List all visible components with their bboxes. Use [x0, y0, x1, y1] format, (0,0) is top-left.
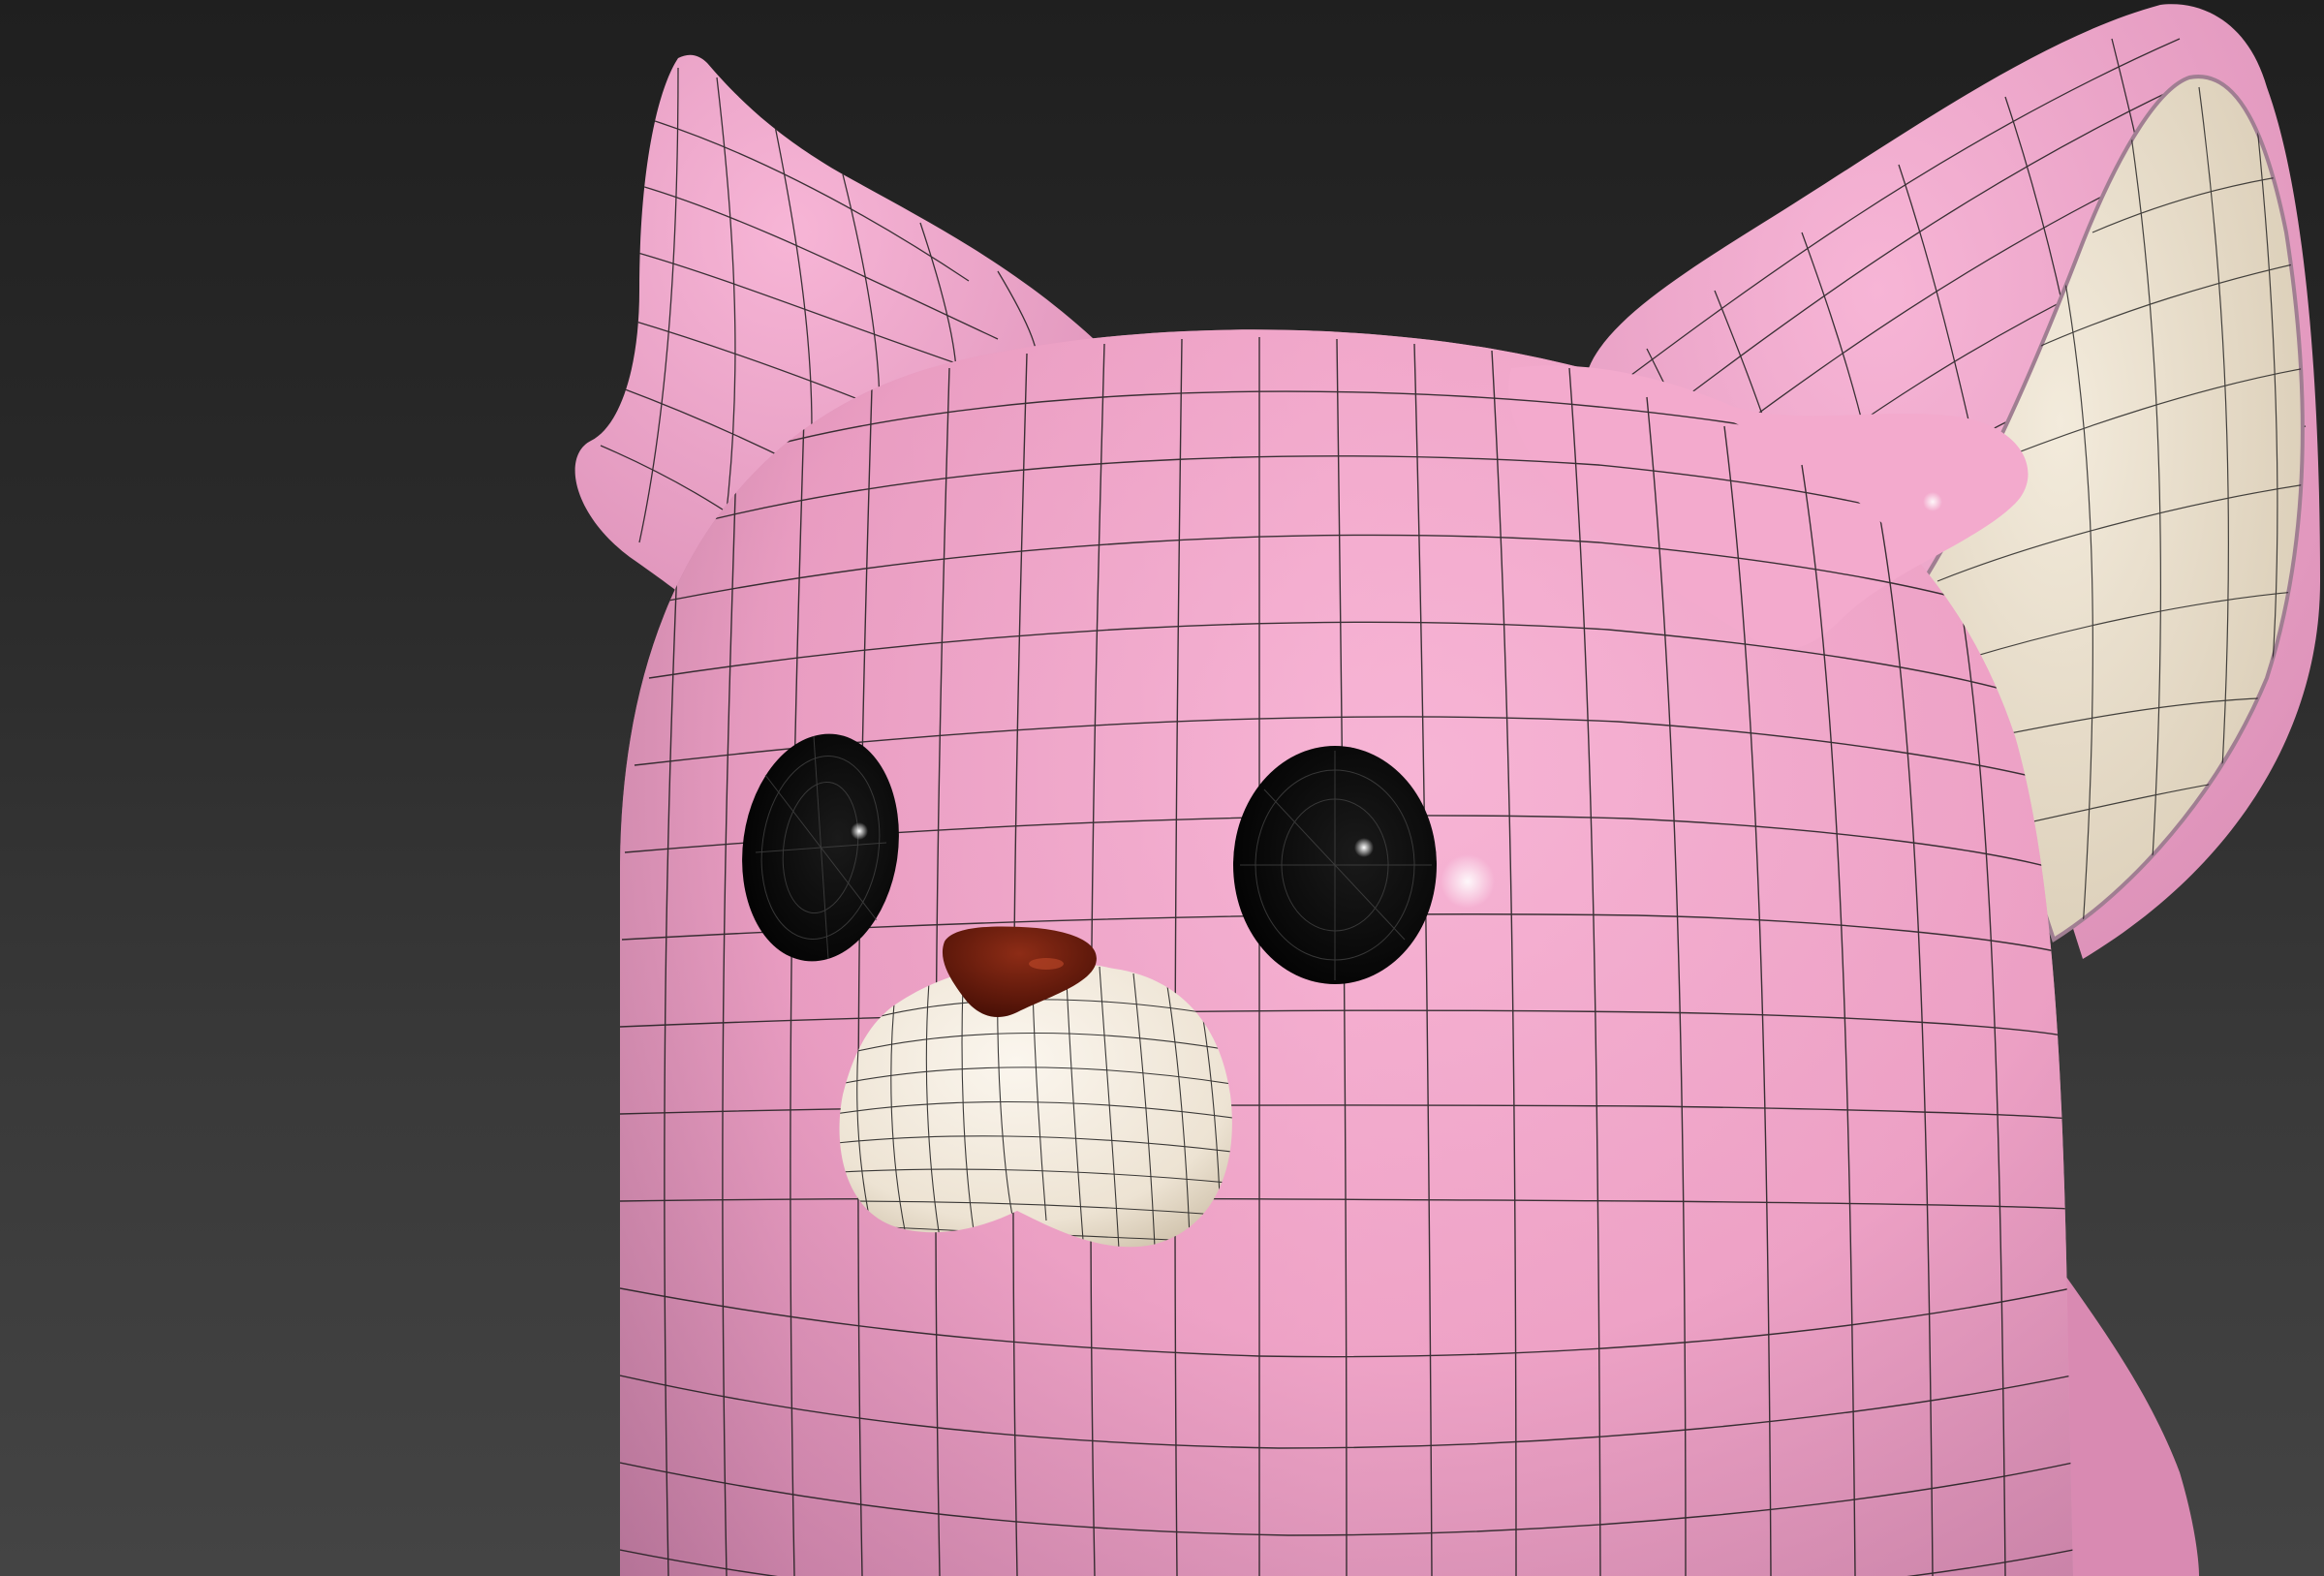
head-highlight [1441, 854, 1495, 909]
ear-highlight [1923, 492, 1942, 511]
mesh-render [574, 4, 2320, 1576]
body-lower-right [2054, 1259, 2199, 1576]
right-eye [1233, 746, 1437, 984]
3d-viewport[interactable] [0, 0, 2324, 1576]
